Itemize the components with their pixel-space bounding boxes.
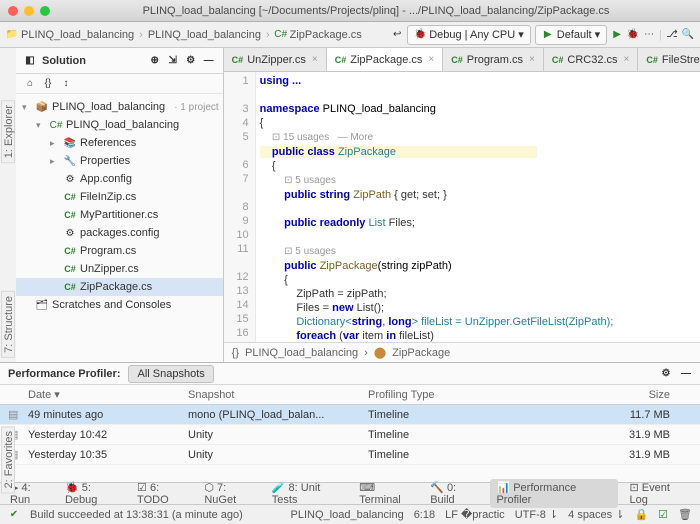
tool-window-button[interactable]: 🔨 0: Build (426, 481, 486, 506)
left-tool-strip: 1: Explorer 7: Structure 2: Favorites (0, 96, 16, 498)
breadcrumb[interactable]: 📁 PLINQ_load_balancing› PLINQ_load_balan… (6, 29, 387, 41)
profiler-row[interactable]: ▤49 minutes agomono (PLINQ_load_balan...… (0, 405, 700, 425)
profiler-gear-icon[interactable]: ⚙ (660, 368, 672, 380)
collapse-icon[interactable]: ⇲ (167, 55, 179, 67)
home-icon[interactable]: ⌂ (24, 78, 36, 90)
lock-icon[interactable]: 🔒 (634, 508, 648, 521)
close-window-button[interactable] (8, 6, 18, 16)
explorer-tool[interactable]: 1: Explorer (1, 100, 15, 163)
run-button[interactable]: ▶ (611, 29, 623, 41)
status-ok-icon: ✔ (8, 509, 20, 521)
structure-tool[interactable]: 7: Structure (1, 291, 15, 358)
folder-icon: 📁 (6, 29, 18, 41)
editor-tab[interactable]: C#Program.cs× (443, 48, 544, 71)
favorites-tool[interactable]: 2: Favorites (1, 426, 15, 493)
tree-item[interactable]: ⚙App.config (16, 170, 223, 188)
sort-icon[interactable]: ↕ (60, 78, 72, 90)
main-toolbar: 📁 PLINQ_load_balancing› PLINQ_load_balan… (0, 22, 700, 48)
event-log-button[interactable]: ⊡ Event Log (626, 481, 694, 506)
nav-back-icon[interactable]: ↩ (391, 29, 403, 41)
close-tab-icon[interactable]: × (529, 54, 535, 65)
close-tab-icon[interactable]: × (624, 54, 630, 65)
code-editor[interactable]: using ... namespace PLINQ_load_balancing… (256, 72, 700, 342)
editor-breadcrumb[interactable]: {}PLINQ_load_balancing›⬤ZipPackage (224, 342, 700, 362)
profiler-row[interactable]: ▤Yesterday 10:42UnityTimeline31.9 MB (0, 425, 700, 445)
tree-item[interactable]: C#UnZipper.cs (16, 260, 223, 278)
check-icon[interactable]: ☑ (658, 508, 668, 521)
tree-item[interactable]: ▸🔧Properties (16, 152, 223, 170)
tree-item[interactable]: C#MyPartitioner.cs (16, 206, 223, 224)
debug-button[interactable]: 🐞 (627, 29, 639, 41)
tool-window-button[interactable]: ⌨ Terminal (355, 481, 422, 506)
solution-tree: ▾📦PLINQ_load_balancing · 1 project ▾C#PL… (16, 94, 223, 318)
gear-icon[interactable]: ⚙ (185, 55, 197, 67)
search-icon[interactable]: 🔍 (682, 29, 694, 41)
solution-root[interactable]: ▾📦PLINQ_load_balancing · 1 project (16, 98, 223, 116)
git-icon[interactable]: ⎇ (666, 29, 678, 41)
tree-item[interactable]: C#Program.cs (16, 242, 223, 260)
status-message: Build succeeded at 13:38:31 (a minute ag… (30, 509, 243, 521)
tool-window-button[interactable]: 🐞 5: Debug (61, 481, 129, 506)
scratches-node[interactable]: 🗂Scratches and Consoles (16, 296, 223, 314)
editor-tabs: C#UnZipper.cs×C#ZipPackage.cs×C#Program.… (224, 48, 700, 72)
editor-tab[interactable]: C#UnZipper.cs× (224, 48, 327, 71)
target-dropdown[interactable]: ▶Default▾ (535, 25, 607, 45)
minimize-window-button[interactable] (24, 6, 34, 16)
snapshots-tab[interactable]: All Snapshots (128, 365, 213, 383)
tree-item[interactable]: ▸📚References (16, 134, 223, 152)
csharp-icon: C# (275, 29, 287, 41)
close-tab-icon[interactable]: × (312, 54, 318, 65)
bottom-toolstrip: ▶ 4: Run🐞 5: Debug☑ 6: TODO⬡ 7: NuGet🧪 8… (0, 482, 700, 504)
solution-icon: ◧ (24, 55, 36, 67)
more-toolbar-icon[interactable]: ⋯ (643, 29, 655, 41)
editor-tab[interactable]: C#FileStream.cs× (638, 48, 700, 71)
zoom-window-button[interactable] (40, 6, 50, 16)
tool-window-button[interactable]: ⬡ 7: NuGet (200, 481, 263, 506)
profiler-title: Performance Profiler: (8, 368, 120, 380)
close-tab-icon[interactable]: × (428, 54, 434, 65)
solution-panel-header: ◧ Solution ⊕ ⇲ ⚙ — (16, 48, 223, 74)
profiler-row[interactable]: ▤Yesterday 10:35UnityTimeline31.9 MB (0, 445, 700, 465)
project-node[interactable]: ▾C#PLINQ_load_balancing (16, 116, 223, 134)
trash-icon[interactable]: 🗑 (678, 508, 692, 521)
editor-tab[interactable]: C#ZipPackage.cs× (327, 48, 444, 71)
editor-tab[interactable]: C#CRC32.cs× (544, 48, 638, 71)
profiler-columns[interactable]: Date ▾ Snapshot Profiling Type Size (0, 385, 700, 405)
config-dropdown[interactable]: 🐞Debug | Any CPU▾ (407, 25, 531, 45)
solution-toolbar: ⌂ {} ↕ (16, 74, 223, 94)
target-icon[interactable]: ⊕ (149, 55, 161, 67)
tree-item[interactable]: C#ZipPackage.cs (16, 278, 223, 296)
tool-window-button[interactable]: ☑ 6: TODO (133, 481, 196, 506)
profiler-hide-icon[interactable]: — (680, 368, 692, 380)
tree-item[interactable]: C#FileInZip.cs (16, 188, 223, 206)
window-title: PLINQ_load_balancing [~/Documents/Projec… (60, 5, 692, 17)
brackets-icon[interactable]: {} (42, 78, 54, 90)
profiler-tool-button[interactable]: 📊 Performance Profiler (490, 479, 617, 508)
gutter: 134567891011121314151617181920 (224, 72, 256, 342)
tree-item[interactable]: ⚙packages.config (16, 224, 223, 242)
tool-window-button[interactable]: 🧪 8: Unit Tests (268, 481, 351, 506)
hide-icon[interactable]: — (203, 55, 215, 67)
profiler-panel: Performance Profiler: All Snapshots ⚙ — … (0, 362, 700, 482)
titlebar: PLINQ_load_balancing [~/Documents/Projec… (0, 0, 700, 22)
